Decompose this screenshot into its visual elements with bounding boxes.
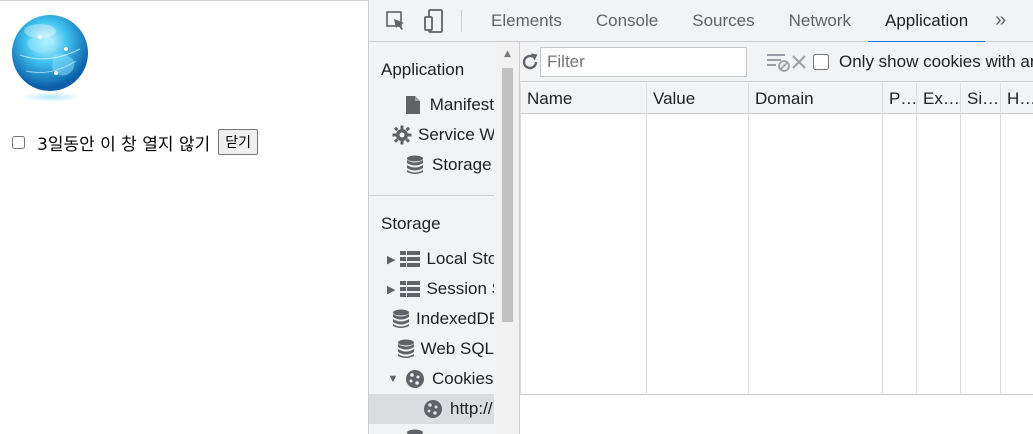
column-header-size[interactable]: Size — [960, 83, 1000, 114]
table-grid-icon — [400, 249, 421, 269]
column-divider[interactable] — [882, 83, 883, 395]
toolbar-divider — [461, 9, 462, 32]
sidebar-header-storage: Storage — [381, 214, 441, 233]
sidebar-item-indexeddb[interactable]: IndexedDB — [369, 304, 494, 334]
column-divider[interactable] — [748, 83, 749, 395]
sidebar-item-label: Cookies — [432, 369, 494, 388]
column-header-value[interactable]: Value — [646, 83, 748, 114]
expand-arrow-icon[interactable]: ▶ — [387, 253, 395, 266]
column-divider[interactable] — [1000, 83, 1001, 395]
sidebar-item-label: Local Storage — [426, 249, 494, 268]
globe-logo — [10, 13, 92, 103]
close-button[interactable]: 닫기 — [218, 129, 258, 155]
tab-network[interactable]: Network — [772, 0, 868, 42]
cookies-table: Name Value Domain Path Expires Size Http… — [520, 83, 1033, 395]
sidebar-item-label: Web SQL — [420, 339, 494, 358]
sidebar-item-label: Manifest — [429, 95, 494, 114]
database-icon — [404, 429, 426, 434]
clear-all-icon[interactable] — [791, 54, 807, 70]
devtools-toolbar: Elements Console Sources Network Applica… — [369, 0, 1033, 43]
only-show-issues-toggle[interactable]: Only show cookies with an issue — [813, 52, 1033, 72]
column-divider — [520, 83, 521, 395]
sidebar-item-session-storage[interactable]: ▶ Session Storage — [369, 274, 494, 304]
tab-application[interactable]: Application — [867, 0, 986, 43]
sidebar-item-service-workers[interactable]: Service Workers — [369, 120, 494, 150]
table-grid-icon — [400, 279, 421, 299]
column-header-httponly[interactable]: HttpOnly — [1000, 83, 1033, 114]
sidebar-item-label: http:// — [450, 399, 493, 418]
clear-filtered-icon[interactable] — [767, 52, 791, 72]
column-header-path[interactable]: Path — [882, 83, 916, 114]
sidebar-scrollbar[interactable]: ▲ — [496, 42, 519, 434]
scroll-up-arrow-icon[interactable]: ▲ — [496, 48, 519, 60]
column-divider[interactable] — [646, 83, 647, 395]
scroll-thumb[interactable] — [502, 68, 513, 322]
sidebar-item-label: Service Workers — [418, 125, 494, 144]
sidebar-divider — [369, 195, 494, 196]
cookie-icon — [404, 369, 426, 389]
application-sidebar: Application Manifest Service Workers Sto… — [369, 42, 520, 434]
sidebar-item-label: IndexedDB — [416, 309, 494, 328]
cookies-toolbar: Only show cookies with an issue — [520, 42, 1033, 82]
sidebar-item-label: Storage — [432, 155, 492, 174]
column-header-domain[interactable]: Domain — [748, 83, 882, 114]
sidebar-item-storage[interactable]: Storage — [369, 150, 494, 180]
sidebar-header-application: Application — [381, 60, 465, 79]
column-header-name[interactable]: Name — [520, 83, 646, 114]
tab-console[interactable]: Console — [579, 0, 675, 42]
column-divider[interactable] — [916, 83, 917, 395]
expand-arrow-icon[interactable]: ▶ — [387, 283, 395, 296]
only-show-issues-checkbox[interactable] — [813, 53, 829, 70]
tab-elements[interactable]: Elements — [474, 0, 579, 42]
sidebar-item-label: Session Storage — [426, 279, 494, 298]
web-page: 3일동안 이 창 열지 않기 닫기 — [0, 0, 368, 434]
sidebar-item-web-sql[interactable]: Web SQL — [369, 334, 494, 364]
sidebar-item-manifest[interactable]: Manifest — [369, 90, 494, 120]
refresh-icon[interactable] — [520, 52, 540, 72]
column-divider[interactable] — [960, 83, 961, 395]
filter-input[interactable] — [540, 46, 747, 77]
column-header-expires[interactable]: Expires — [916, 83, 960, 114]
inspect-element-icon[interactable] — [377, 0, 415, 42]
tab-sources[interactable]: Sources — [675, 0, 771, 42]
sidebar-item-partial — [369, 424, 494, 434]
cookie-icon — [422, 399, 444, 419]
dont-show-checkbox[interactable] — [12, 135, 25, 149]
cookies-panel: Only show cookies with an issue Name Val… — [520, 42, 1033, 434]
file-icon — [403, 95, 424, 115]
sidebar-item-cookie-origin[interactable]: http:// — [369, 394, 494, 424]
gear-icon — [392, 125, 412, 145]
dont-show-label: 3일동안 이 창 열지 않기 — [37, 134, 211, 155]
database-icon — [392, 309, 410, 329]
sidebar-item-local-storage[interactable]: ▶ Local Storage — [369, 244, 494, 274]
database-icon — [404, 155, 426, 175]
dont-show-row: 3일동안 이 창 열지 않기 닫기 — [12, 129, 258, 155]
database-icon — [397, 339, 415, 359]
cookies-table-header: Name Value Domain Path Expires Size Http… — [520, 83, 1033, 114]
collapse-arrow-icon[interactable]: ▼ — [387, 373, 399, 385]
only-show-issues-label: Only show cookies with an issue — [839, 51, 1033, 71]
device-toolbar-icon[interactable] — [415, 0, 453, 42]
sidebar-item-cookies[interactable]: ▼ Cookies — [369, 364, 494, 394]
more-tabs-icon[interactable]: » — [985, 9, 1006, 32]
devtools-panel: Elements Console Sources Network Applica… — [368, 0, 1033, 434]
